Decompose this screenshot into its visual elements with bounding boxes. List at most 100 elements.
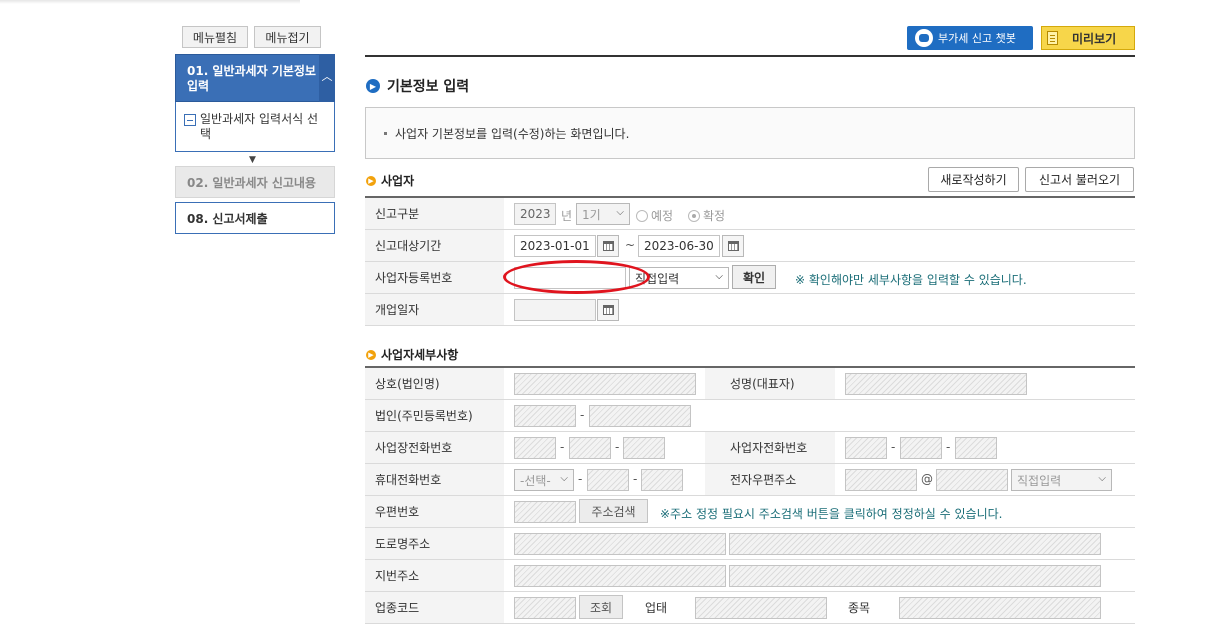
row-reg-no: 사업자등록번호 직접입력 ⌵ 확인 ※ 확인해야만 세부사항을 입력할 수 있습니…: [365, 262, 1135, 294]
menu-expand-button[interactable]: 메뉴펼침: [182, 26, 248, 48]
reg-no-field[interactable]: [514, 267, 626, 289]
arrow-bullet-icon: ▶: [366, 349, 376, 360]
report-period-label: 신고대상기간: [365, 230, 504, 261]
sidebar-item-label: 01. 일반과세자 기본정보 입력: [187, 64, 316, 93]
menu-collapse-button[interactable]: 메뉴접기: [254, 26, 321, 48]
mobile-2[interactable]: [587, 469, 629, 491]
year-field[interactable]: 2023: [514, 203, 556, 225]
row-corp-id: 법인(주민등록번호) -: [365, 400, 1135, 432]
term-value: 1기: [582, 207, 601, 222]
confirm-button[interactable]: 확인: [732, 265, 776, 289]
vat-chatbot-button[interactable]: 부가세 신고 챗봇: [907, 26, 1033, 50]
year-unit: 년: [561, 209, 573, 223]
confirm-note: ※ 확인해야만 세부사항을 입력할 수 있습니다.: [795, 273, 1027, 287]
chevron-down-icon: ⌵: [715, 271, 723, 282]
road-address-2[interactable]: [729, 533, 1101, 555]
radio-circle-icon: [636, 209, 648, 222]
arrow-bullet-icon: ▶: [366, 175, 376, 186]
email-domain-select-value: 직접입력: [1017, 473, 1062, 488]
chatbot-label: 부가세 신고 챗봇: [938, 32, 1016, 45]
ceo-label: 성명(대표자): [705, 368, 835, 399]
business-type-field[interactable]: [695, 597, 827, 619]
sidebar-item-basic-info[interactable]: 01. 일반과세자 기본정보 입력: [175, 54, 335, 102]
email-domain-select[interactable]: 직접입력 ⌵: [1011, 469, 1112, 491]
lot-address-2[interactable]: [729, 565, 1101, 587]
radio-confirmed[interactable]: 확정: [688, 207, 725, 224]
term-select[interactable]: 1기 ⌵: [576, 203, 630, 225]
lookup-button[interactable]: 조회: [579, 595, 623, 619]
dash: -: [946, 440, 951, 454]
zip-label: 우편번호: [365, 496, 504, 527]
item-label: 종목: [848, 601, 871, 615]
email-id-field[interactable]: [845, 469, 917, 491]
sidebar-subitem-label: 일반과세자 입력서식 선택: [200, 112, 319, 141]
chevron-up-icon[interactable]: ︿: [319, 54, 335, 102]
arrow-circle-icon: ▶: [366, 79, 380, 93]
row-zip: 우편번호 주소검색 ※주소 정정 필요시 주소검색 버튼을 클릭하여 정정하실 …: [365, 496, 1135, 528]
section-title-text: 사업자세부사항: [381, 348, 459, 362]
row-phones: 사업장전화번호 - - 사업자전화번호 - -: [365, 432, 1135, 464]
preview-label: 미리보기: [1072, 31, 1117, 46]
period-end-field[interactable]: 2023-06-30: [638, 235, 720, 257]
item-field[interactable]: [899, 597, 1101, 619]
triangle-down-icon: ▼: [249, 155, 256, 165]
at-sign: @: [921, 472, 933, 486]
email-domain-field[interactable]: [936, 469, 1008, 491]
info-box: 사업자 기본정보를 입력(수정)하는 화면입니다.: [365, 107, 1135, 159]
period-start-field[interactable]: 2023-01-01: [514, 235, 596, 257]
header-divider: [365, 55, 1135, 57]
mobile-select-value: -선택-: [520, 473, 551, 488]
owner-phone-1[interactable]: [845, 437, 887, 459]
corp-id-part1[interactable]: [514, 405, 576, 427]
load-report-button[interactable]: 신고서 불러오기: [1025, 167, 1134, 192]
mobile-3[interactable]: [641, 469, 683, 491]
office-phone-1[interactable]: [514, 437, 556, 459]
lot-address-1[interactable]: [514, 565, 726, 587]
industry-code-field[interactable]: [514, 597, 576, 619]
radio-planned[interactable]: 예정: [636, 207, 673, 224]
dash: -: [891, 440, 896, 454]
dash: -: [633, 472, 638, 486]
row-report-period: 신고대상기간 2023-01-01 ~ 2023-06-30: [365, 230, 1135, 262]
sidebar-subitem-form-select[interactable]: 일반과세자 입력서식 선택: [175, 102, 335, 152]
road-address-1[interactable]: [514, 533, 726, 555]
industry-code-label: 업종코드: [365, 592, 504, 623]
company-field[interactable]: [514, 373, 696, 395]
row-industry: 업종코드 조회 업태 종목: [365, 592, 1135, 624]
calendar-icon[interactable]: [722, 235, 744, 257]
calendar-icon[interactable]: [597, 235, 619, 257]
radio-selected-icon: [688, 209, 700, 222]
mobile-label: 휴대전화번호: [365, 464, 504, 495]
row-road-address: 도로명주소: [365, 528, 1135, 560]
zip-field[interactable]: [514, 501, 576, 523]
sidebar-item-report-content[interactable]: 02. 일반과세자 신고내용: [175, 166, 335, 198]
section-business-title: ▶ 사업자: [366, 172, 414, 189]
section-title-text: 사업자: [381, 174, 415, 188]
row-open-date: 개업일자: [365, 294, 1135, 326]
owner-phone-2[interactable]: [900, 437, 942, 459]
page-title: ▶ 기본정보 입력: [366, 76, 469, 96]
road-address-label: 도로명주소: [365, 528, 504, 559]
radio-confirmed-label: 확정: [703, 209, 726, 223]
mobile-prefix-select[interactable]: -선택- ⌵: [514, 469, 574, 491]
office-phone-3[interactable]: [623, 437, 665, 459]
open-date-field[interactable]: [514, 299, 596, 321]
new-report-button[interactable]: 새로작성하기: [928, 167, 1019, 192]
reg-no-mode-select[interactable]: 직접입력 ⌵: [629, 267, 729, 289]
calendar-icon[interactable]: [597, 299, 619, 321]
radio-planned-label: 예정: [651, 209, 674, 223]
sidebar-item-submit[interactable]: 08. 신고서제출: [175, 202, 335, 234]
office-phone-label: 사업장전화번호: [365, 432, 504, 463]
owner-phone-3[interactable]: [955, 437, 997, 459]
business-table: 신고구분 2023 년 1기 ⌵ 예정 확정 신고대상기간 2023-01-01 …: [365, 196, 1135, 326]
corp-id-part2[interactable]: [589, 405, 691, 427]
open-date-label: 개업일자: [365, 294, 504, 325]
period-separator: ~: [625, 238, 636, 252]
office-phone-2[interactable]: [569, 437, 611, 459]
reg-no-mode-value: 직접입력: [635, 271, 680, 286]
dash: -: [615, 440, 620, 454]
ceo-field[interactable]: [845, 373, 1027, 395]
preview-button[interactable]: 미리보기: [1041, 26, 1135, 50]
address-search-button[interactable]: 주소검색: [579, 499, 648, 523]
owner-phone-label: 사업자전화번호: [705, 432, 835, 463]
